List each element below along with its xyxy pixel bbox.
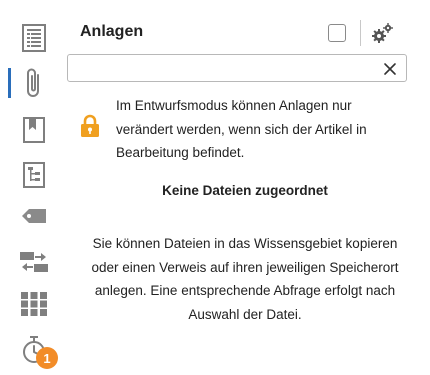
empty-state-title: Keine Dateien zugeordnet [162, 183, 328, 198]
lock-icon [81, 114, 99, 137]
rail-item-attachments[interactable] [18, 67, 50, 99]
close-icon[interactable] [382, 61, 398, 77]
rail-item-tag[interactable] [18, 200, 50, 232]
search-field[interactable] [67, 54, 407, 82]
info-message: Im Entwurfsmodus können Anlagen nur verä… [116, 98, 367, 160]
rail-item-bookmark[interactable] [18, 114, 50, 146]
paperclip-icon [27, 68, 39, 97]
tag-icon [22, 209, 46, 223]
active-indicator [8, 68, 11, 98]
document-list-icon [22, 24, 46, 52]
grid-icon [21, 292, 47, 316]
side-rail: 1 [0, 0, 62, 375]
empty-state-description: Sie können Dateien in das Wissensgebiet … [91, 236, 399, 322]
rail-item-document-list[interactable] [18, 22, 50, 54]
transfer-icon [20, 252, 48, 272]
search-input[interactable] [76, 59, 376, 79]
gears-icon [372, 23, 393, 43]
rail-item-transfer[interactable] [18, 246, 50, 278]
rail-item-structure[interactable] [18, 159, 50, 191]
settings-button[interactable] [370, 22, 394, 44]
rail-item-grid[interactable] [18, 288, 50, 320]
notification-badge: 1 [36, 347, 58, 369]
select-checkbox[interactable] [328, 24, 346, 42]
panel-title: Anlagen [80, 23, 144, 40]
bookmark-icon [23, 117, 45, 143]
header-divider [360, 20, 361, 46]
tree-structure-icon [23, 162, 45, 188]
